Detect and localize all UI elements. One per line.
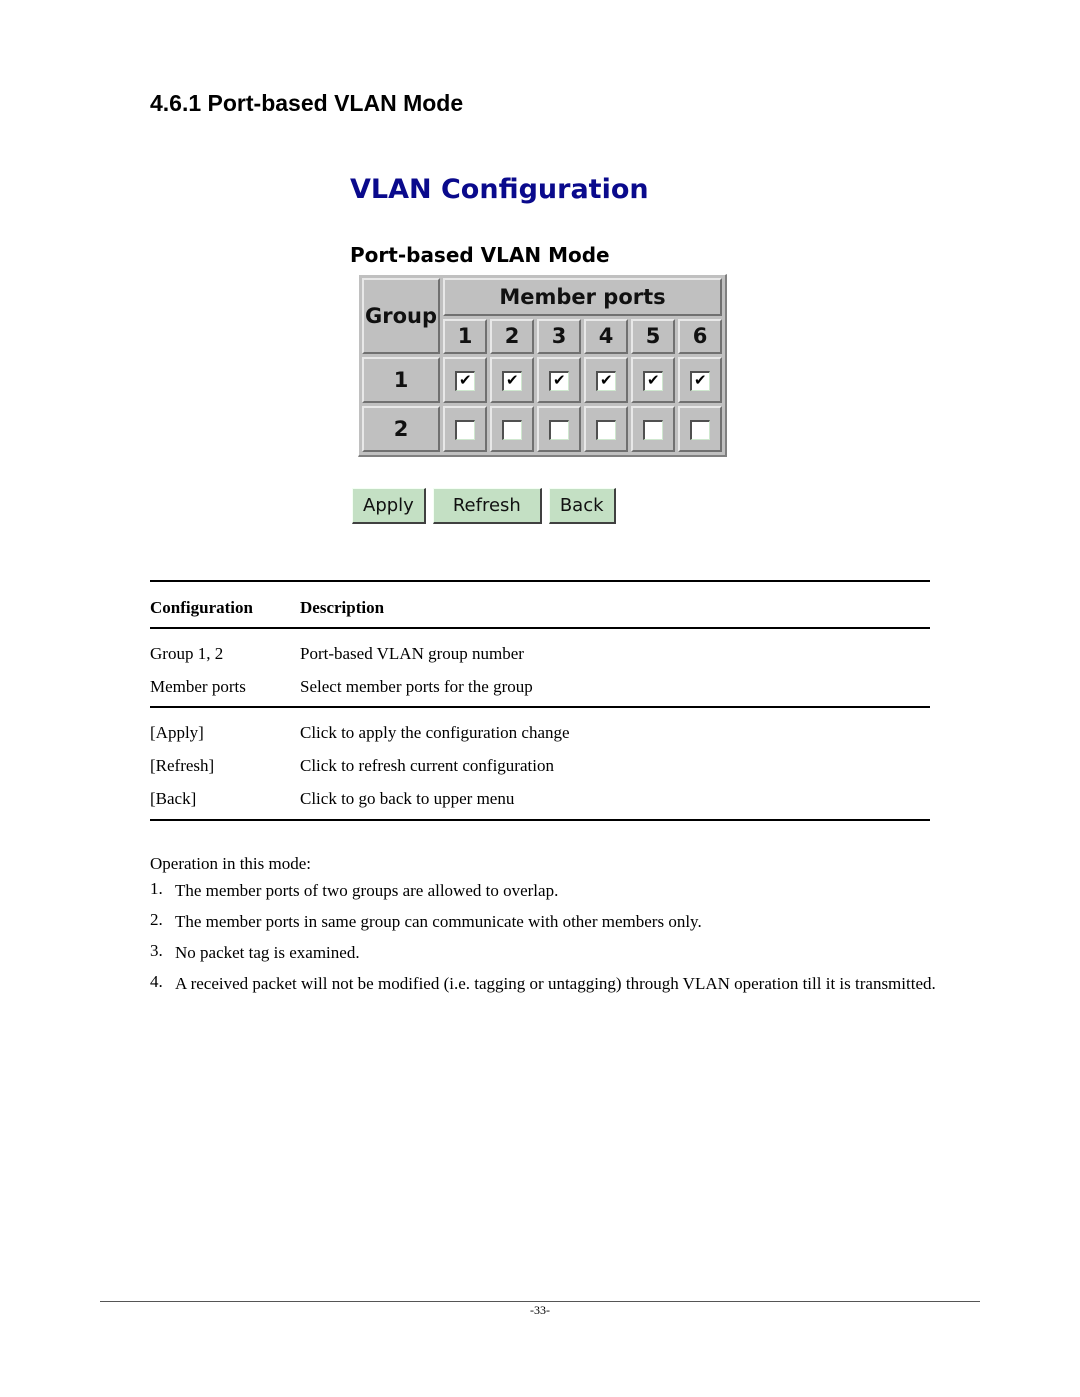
- member-port-checkbox[interactable]: [596, 420, 616, 440]
- member-port-checkbox[interactable]: [549, 371, 569, 391]
- description-cell: Port-based VLAN group number: [300, 644, 524, 663]
- item-text: No packet tag is examined.: [175, 943, 360, 962]
- refresh-button[interactable]: Refresh: [432, 488, 542, 524]
- item-number: 1.: [150, 879, 163, 898]
- config-cell: [Apply]: [150, 723, 204, 742]
- config-column-header: Configuration: [150, 598, 253, 617]
- item-text: The member ports in same group can commu…: [175, 912, 702, 931]
- member-port-checkbox[interactable]: [643, 371, 663, 391]
- operation-intro: Operation in this mode:: [150, 854, 312, 873]
- description-cell: Click to apply the configuration change: [300, 723, 570, 742]
- item-text: The member ports of two groups are allow…: [175, 881, 559, 900]
- table-top-rule: [150, 580, 930, 582]
- description-cell: Click to refresh current configuration: [300, 756, 554, 775]
- member-port-checkbox[interactable]: [502, 420, 522, 440]
- config-cell: [Refresh]: [150, 756, 215, 775]
- member-port-checkbox[interactable]: [596, 371, 616, 391]
- description-column-header: Description: [300, 598, 385, 617]
- group-header: Group: [362, 278, 440, 354]
- back-button[interactable]: Back: [548, 488, 616, 524]
- header-rule: [150, 627, 930, 629]
- item-text: A received packet will not be modified (…: [175, 974, 936, 993]
- section-heading: 4.6.1 Port-based VLAN Mode: [150, 90, 464, 116]
- port-header: 5: [631, 318, 675, 354]
- description-cell: Click to go back to upper menu: [300, 789, 515, 808]
- member-port-checkbox[interactable]: [455, 420, 475, 440]
- group-rule: [150, 706, 930, 708]
- member-port-checkbox[interactable]: [549, 420, 569, 440]
- table-bottom-rule: [150, 819, 930, 821]
- port-based-vlan-subtitle: Port-based VLAN Mode: [350, 243, 610, 267]
- port-header: 1: [443, 318, 487, 354]
- footer-rule: [100, 1301, 980, 1302]
- action-buttons: Apply Refresh Back: [352, 488, 616, 524]
- item-number: 2.: [150, 910, 163, 929]
- config-cell: Member ports: [150, 677, 246, 696]
- item-number: 3.: [150, 941, 163, 960]
- config-cell: Group 1, 2: [150, 644, 224, 663]
- config-cell: [Back]: [150, 789, 197, 808]
- apply-button[interactable]: Apply: [352, 488, 426, 524]
- vlan-config-screenshot: VLAN Configuration Port-based VLAN Mode …: [350, 170, 730, 524]
- port-header: 2: [490, 318, 534, 354]
- member-port-checkbox[interactable]: [690, 371, 710, 391]
- member-port-checkbox[interactable]: [690, 420, 710, 440]
- member-port-checkbox[interactable]: [455, 371, 475, 391]
- group-row: 1: [362, 357, 722, 403]
- description-cell: Select member ports for the group: [300, 677, 533, 696]
- group-number: 1: [362, 357, 440, 403]
- member-port-checkbox[interactable]: [502, 371, 522, 391]
- port-header: 3: [537, 318, 581, 354]
- port-header: 6: [678, 318, 722, 354]
- group-number: 2: [362, 406, 440, 452]
- vlan-member-table: Group Member ports 1 2 3 4 5 6 1 2: [358, 274, 727, 457]
- port-header: 4: [584, 318, 628, 354]
- page-number: -33-: [530, 1303, 550, 1317]
- group-row: 2: [362, 406, 722, 452]
- item-number: 4.: [150, 972, 163, 991]
- vlan-config-title: VLAN Configuration: [350, 174, 649, 205]
- member-ports-header: Member ports: [443, 278, 722, 316]
- member-port-checkbox[interactable]: [643, 420, 663, 440]
